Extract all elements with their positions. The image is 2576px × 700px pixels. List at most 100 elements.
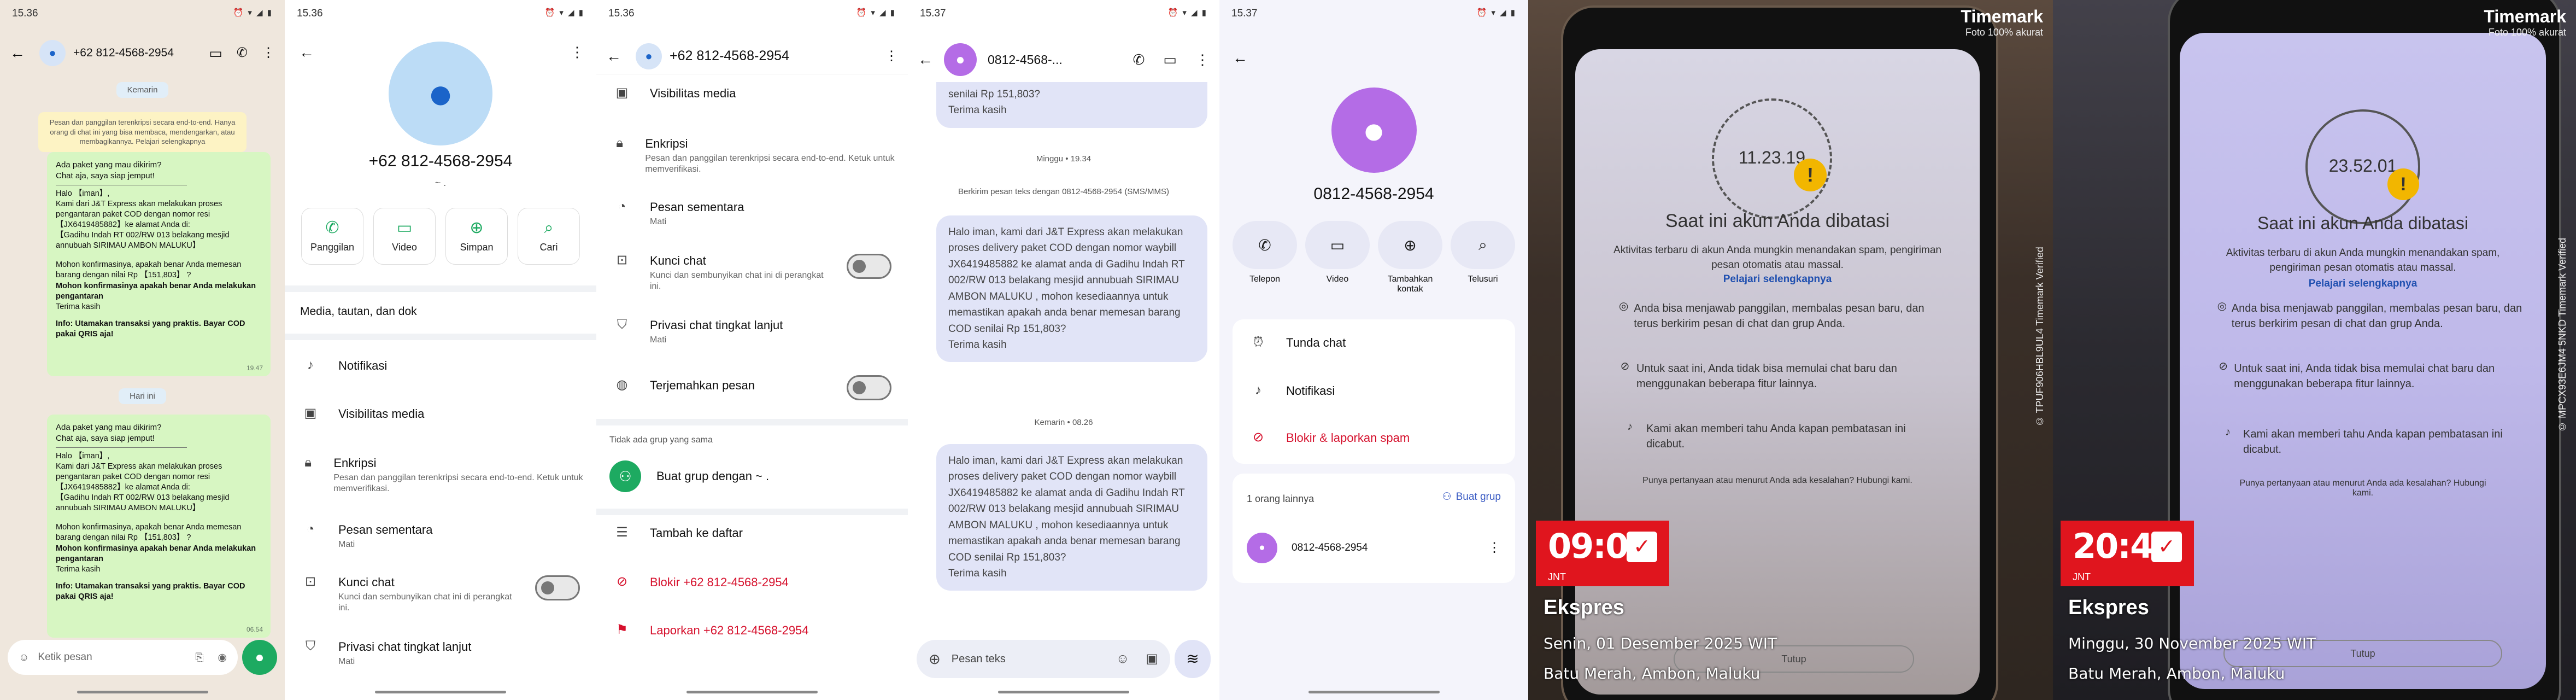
voice-button[interactable]: ≋: [1175, 640, 1211, 678]
message-header: Ada paket yang mau dikirim? Chat aja, sa…: [56, 423, 162, 443]
row-sub: Pesan dan panggilan terenkripsi secara e…: [333, 473, 583, 493]
save-contact-button[interactable]: ⊕ Simpan: [445, 208, 508, 265]
snooze-row[interactable]: ⏰︎ Tunda chat: [1233, 336, 1515, 350]
block-icon: ⊘: [2219, 360, 2228, 372]
chat-lock-toggle[interactable]: [847, 254, 891, 279]
call-action[interactable]: ✆ Telepon: [1233, 221, 1297, 294]
warning-icon: !: [2387, 168, 2419, 200]
block-row[interactable]: ⊘ Blokir +62 812-4568-2954: [596, 575, 908, 590]
video-action[interactable]: ▭ Video: [1305, 221, 1370, 294]
info-text: Anda bisa menjawab panggilan, membalas p…: [1634, 302, 1924, 330]
message-thanks: Terima kasih: [56, 302, 101, 311]
more-menu-icon[interactable]: ⋮: [262, 46, 275, 60]
gesture-bar: [1308, 691, 1440, 693]
info-text: Kami akan memberi tahu Anda kapan pembat…: [1646, 423, 1906, 450]
create-group-button[interactable]: ⚇ Buat grup: [1442, 491, 1501, 503]
chat-lock-row[interactable]: ⊡ Kunci chat Kunci dan sembunyikan chat in…: [285, 575, 596, 614]
chat-lock-row[interactable]: ⊡ Kunci chat Kunci dan sembunyikan chat in…: [596, 254, 908, 292]
chat-title[interactable]: +62 812-4568-2954: [73, 46, 209, 60]
info-item: ♪ Kami akan memberi tahu Anda kapan pemba…: [2213, 427, 2524, 457]
message-bubble[interactable]: senilai Rp 151,803? Terima kasih: [936, 82, 1207, 128]
search-button[interactable]: ⌕ Cari: [518, 208, 580, 265]
more-menu-icon[interactable]: ⋮: [1195, 52, 1210, 67]
action-label: Telusuri: [1468, 275, 1498, 284]
member-row[interactable]: ● 0812-4568-2954 ⋮: [1247, 533, 1501, 563]
contact-avatar[interactable]: ●: [39, 40, 66, 66]
attach-icon[interactable]: ⎘: [195, 652, 203, 663]
contact-avatar[interactable]: ●: [944, 43, 977, 76]
contact-avatar[interactable]: ●: [636, 43, 662, 69]
status-icons: ⏰ ▾ ◢ ▮: [544, 8, 584, 18]
video-button[interactable]: ▭ Video: [373, 208, 436, 265]
notifications-row[interactable]: ♪ Notifikasi: [285, 359, 596, 373]
gallery-icon[interactable]: ▣: [1146, 652, 1158, 666]
message-input[interactable]: ⊕ Pesan teks ☺ ▣: [917, 640, 1170, 678]
row-label: Visibilitas media: [650, 86, 736, 100]
call-button[interactable]: ✆ Panggilan: [301, 208, 363, 265]
more-menu-icon[interactable]: ⋮: [885, 49, 898, 63]
phone-icon[interactable]: ✆: [1133, 52, 1145, 67]
back-arrow-icon[interactable]: ←: [1233, 50, 1248, 66]
back-arrow-icon[interactable]: ←: [606, 48, 621, 64]
sticker-icon[interactable]: ☺: [19, 652, 29, 663]
message-date: Minggu • 19.34: [1036, 154, 1092, 164]
notifications-row[interactable]: ♪ Notifikasi: [1233, 384, 1515, 398]
search-action[interactable]: ⌕ Telusuri: [1451, 221, 1515, 294]
create-group-row[interactable]: ⚇ Buat grup dengan ~ .: [596, 460, 908, 492]
message-bubble[interactable]: Halo iman, kami dari J&T Express akan me…: [936, 215, 1207, 362]
translate-toggle[interactable]: [847, 375, 891, 400]
encryption-row[interactable]: 🔒︎ Enkripsi Pesan dan panggilan terenkrips…: [596, 137, 908, 175]
translate-row[interactable]: ◍ Terjemahkan pesan: [596, 375, 908, 400]
video-call-icon[interactable]: ▭: [1163, 52, 1177, 67]
add-to-list-row[interactable]: ☰ Tambah ke daftar: [596, 526, 908, 540]
message-bubble[interactable]: Halo iman, kami dari J&T Express akan me…: [936, 444, 1207, 591]
video-call-icon[interactable]: ▭: [209, 46, 222, 60]
message-info: Info: Utamakan transaksi yang praktis. B…: [56, 581, 245, 602]
message-time: 06.54: [246, 626, 263, 634]
contact-number: +62 812-4568-2954: [368, 152, 513, 170]
encryption-row[interactable]: 🔒︎ Enkripsi Pesan dan panggilan terenkrips…: [285, 456, 596, 494]
stamp-brand: JNT: [2073, 571, 2091, 582]
encryption-notice[interactable]: Pesan dan panggilan terenkripsi secara e…: [38, 112, 247, 152]
add-icon[interactable]: ⊕: [929, 652, 941, 666]
back-arrow-icon[interactable]: ←: [918, 52, 933, 67]
learn-more-link[interactable]: Pelajari selengkapnya: [1575, 273, 1980, 285]
action-label: Video: [1326, 275, 1349, 284]
block-spam-row[interactable]: ⊘ Blokir & laporkan spam: [1233, 431, 1515, 445]
back-arrow-icon[interactable]: ←: [10, 45, 25, 61]
learn-more-link[interactable]: Pelajari selengkapnya: [2180, 278, 2546, 290]
contact-about: ~ .: [435, 177, 447, 188]
camera-icon[interactable]: ◉: [218, 652, 227, 663]
status-icons: ⏰ ▾ ◢ ▮: [233, 8, 273, 18]
media-visibility-row[interactable]: ▣ Visibilitas media: [285, 407, 596, 421]
add-contact-action[interactable]: ⊕ Tambahkan kontak: [1378, 221, 1442, 294]
phone-icon[interactable]: ✆: [237, 46, 248, 60]
status-bar: 15.36 ⏰ ▾ ◢ ▮: [285, 0, 596, 24]
emoji-icon[interactable]: ☺: [1116, 652, 1130, 666]
contact-number: 0812-4568-2954: [1313, 185, 1434, 203]
message-bold: Mohon konfirmasinya apakah benar Anda me…: [56, 544, 256, 563]
media-link[interactable]: Media, tautan, dan dok: [300, 305, 417, 318]
contact-avatar[interactable]: ●: [389, 42, 492, 145]
timemark-logo: Timemark Foto 100% akurat: [1961, 7, 2043, 38]
message-bubble[interactable]: Ada paket yang mau dikirim? Chat aja, sa…: [47, 152, 271, 376]
more-menu-icon[interactable]: ⋮: [1488, 541, 1501, 555]
media-visibility-row[interactable]: ▣ Visibilitas media: [596, 86, 908, 101]
disappearing-messages-row[interactable]: ◔ Pesan sementara Mati: [285, 523, 596, 550]
status-icons: ⏰ ▾ ◢ ▮: [1167, 8, 1207, 18]
search-icon: ⌕: [544, 218, 554, 237]
video-icon: ▭: [396, 218, 413, 237]
advanced-privacy-row[interactable]: ⛉ Privasi chat tingkat lanjut Mati: [596, 318, 908, 346]
members-card: 1 orang lainnya ⚇ Buat grup ● 0812-4568-2…: [1233, 474, 1515, 583]
shield-icon: ⛉: [617, 317, 627, 332]
disappearing-messages-row[interactable]: ◔ Pesan sementara Mati: [596, 200, 908, 228]
advanced-privacy-row[interactable]: ⛉ Privasi chat tingkat lanjut Mati: [285, 640, 596, 667]
message-input[interactable]: ☺ Ketik pesan ⎘ ◉: [8, 640, 238, 675]
mic-button[interactable]: ●: [242, 640, 277, 675]
message-bubble[interactable]: Ada paket yang mau dikirim? Chat aja, sa…: [47, 415, 271, 638]
date-chip: Hari ini: [119, 388, 166, 404]
report-row[interactable]: ⚑ Laporkan +62 812-4568-2954: [596, 623, 908, 638]
chat-lock-toggle[interactable]: [535, 575, 580, 600]
member-avatar: ●: [1247, 533, 1277, 563]
contact-avatar[interactable]: ●: [1331, 88, 1417, 173]
